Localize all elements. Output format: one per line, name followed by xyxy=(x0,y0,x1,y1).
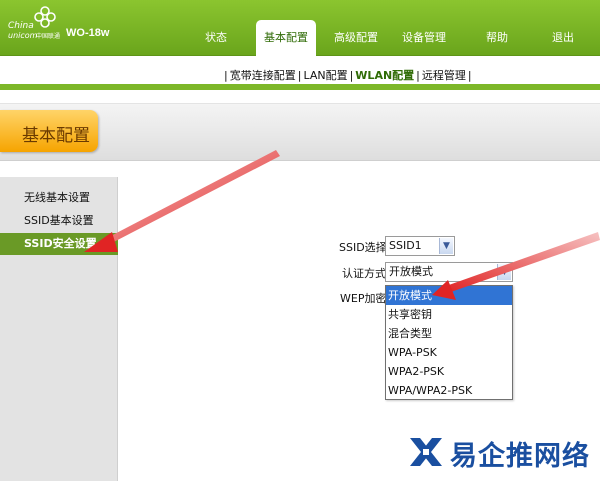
nav-tab-status[interactable]: 状态 xyxy=(190,20,242,56)
logo-text: China unicom xyxy=(8,21,38,41)
subnav-link-wan[interactable]: 宽带连接配置 xyxy=(230,69,296,82)
auth-method-label: 认证方式 xyxy=(342,267,386,280)
left-menu: 无线基本设置 SSID基本设置 SSID安全设置 xyxy=(0,177,118,481)
device-model: WO-18w xyxy=(66,27,110,39)
chevron-down-icon[interactable]: ▼ xyxy=(439,238,453,254)
ssid-select[interactable]: SSID1 ▼ xyxy=(385,236,455,256)
nav-tab-basic-config[interactable]: 基本配置 xyxy=(256,20,316,56)
dropdown-option-wpa-wpa2-psk[interactable]: WPA/WPA2-PSK xyxy=(386,381,512,400)
sub-nav-links: | 宽带连接配置 | LAN配置 | WLAN配置 | 远程管理 | xyxy=(224,69,472,82)
section-title-tab: 基本配置 xyxy=(0,110,98,152)
subnav-link-remote[interactable]: 远程管理 xyxy=(422,69,466,82)
ssid-select-label: SSID选择 xyxy=(339,241,387,254)
dropdown-option-open[interactable]: 开放模式 xyxy=(386,286,512,305)
dropdown-option-wpa2-psk[interactable]: WPA2-PSK xyxy=(386,362,512,381)
dropdown-option-mixed[interactable]: 混合类型 xyxy=(386,324,512,343)
watermark-text: 易企推网络 xyxy=(450,441,590,472)
dropdown-option-wpa-psk[interactable]: WPA-PSK xyxy=(386,343,512,362)
watermark-logo-icon xyxy=(410,438,442,466)
logo-text-line2: unicom xyxy=(8,31,38,40)
chevron-down-icon[interactable]: ▼ xyxy=(497,264,511,280)
main-nav: 状态 基本配置 高级配置 设备管理 帮助 退出 xyxy=(190,20,588,56)
logo-text-line1: China xyxy=(8,21,34,31)
subnav-link-wlan[interactable]: WLAN配置 xyxy=(355,69,414,82)
nav-tab-device-management[interactable]: 设备管理 xyxy=(394,20,454,56)
auth-method-dropdown-list: 开放模式 共享密钥 混合类型 WPA-PSK WPA2-PSK WPA/WPA2… xyxy=(385,285,513,400)
subnav-link-lan[interactable]: LAN配置 xyxy=(303,69,347,82)
sidebar-item-ssid-basic[interactable]: SSID基本设置 xyxy=(0,210,118,232)
ssid-select-value: SSID1 xyxy=(389,239,422,252)
auth-method-select[interactable]: 开放模式 ▼ xyxy=(385,262,513,282)
sidebar-item-ssid-security[interactable]: SSID安全设置 xyxy=(0,233,118,255)
nav-tab-help[interactable]: 帮助 xyxy=(472,20,522,56)
header-bar: China unicom 中国联通 WO-18w 状态 基本配置 高级配置 设备… xyxy=(0,0,600,56)
section-title: 基本配置 xyxy=(22,126,90,146)
dropdown-option-shared-key[interactable]: 共享密钥 xyxy=(386,305,512,324)
section-banner: 基本配置 xyxy=(0,103,600,161)
nav-tab-logout[interactable]: 退出 xyxy=(538,20,588,56)
watermark: 易企推网络 xyxy=(408,428,600,478)
nav-tab-advanced-config[interactable]: 高级配置 xyxy=(326,20,386,56)
auth-method-value: 开放模式 xyxy=(389,265,433,278)
wep-encryption-label: WEP加密 xyxy=(340,292,387,305)
logo-cn-text: 中国联通 xyxy=(36,33,61,40)
sidebar-item-wireless-basic[interactable]: 无线基本设置 xyxy=(0,187,118,209)
sub-nav: | 宽带连接配置 | LAN配置 | WLAN配置 | 远程管理 | xyxy=(0,57,600,90)
